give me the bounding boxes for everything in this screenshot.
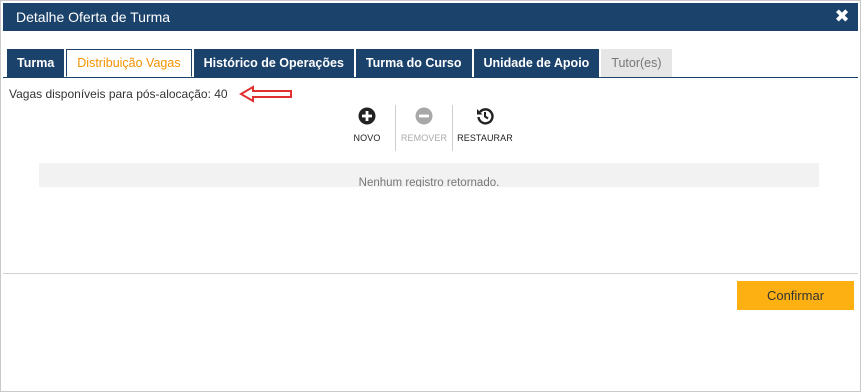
empty-grid-message: Nenhum registro retornado. bbox=[358, 177, 500, 187]
confirm-button[interactable]: Confirmar bbox=[737, 281, 854, 310]
empty-grid: Nenhum registro retornado. bbox=[39, 163, 819, 187]
dialog-title: Detalhe Oferta de Turma bbox=[16, 9, 171, 25]
tab-underline bbox=[3, 77, 858, 78]
footer-divider bbox=[3, 273, 858, 274]
detalhe-oferta-dialog: Detalhe Oferta de Turma ✖ Turma Distribu… bbox=[0, 0, 861, 392]
remover-label: REMOVER bbox=[400, 133, 448, 143]
novo-button[interactable]: NOVO bbox=[339, 105, 395, 151]
novo-label: NOVO bbox=[353, 133, 381, 143]
minus-circle-icon bbox=[415, 107, 433, 125]
dialog-titlebar: Detalhe Oferta de Turma ✖ bbox=[3, 3, 858, 31]
tab-unidade-de-apoio[interactable]: Unidade de Apoio bbox=[473, 49, 600, 77]
tab-distribuicao-vagas[interactable]: Distribuição Vagas bbox=[66, 49, 192, 77]
tab-historico-operacoes[interactable]: Histórico de Operações bbox=[193, 49, 354, 77]
vagas-disponiveis-text: Vagas disponíveis para pós-alocação: 40 bbox=[9, 87, 228, 101]
history-icon bbox=[477, 108, 494, 125]
close-icon[interactable]: ✖ bbox=[834, 7, 850, 25]
tab-bar: Turma Distribuição Vagas Histórico de Op… bbox=[7, 49, 672, 77]
plus-circle-icon bbox=[358, 107, 376, 125]
tab-turma-do-curso[interactable]: Turma do Curso bbox=[355, 49, 472, 77]
tab-turma[interactable]: Turma bbox=[7, 49, 65, 77]
restaurar-button[interactable]: RESTAURAR bbox=[453, 105, 517, 151]
grid-toolbar: NOVO REMOVER RESTAURAR bbox=[339, 105, 517, 151]
restaurar-label: RESTAURAR bbox=[457, 133, 513, 143]
tab-tutores[interactable]: Tutor(es) bbox=[601, 49, 672, 77]
arrow-left-icon bbox=[239, 85, 292, 103]
remover-button[interactable]: REMOVER bbox=[396, 105, 452, 151]
